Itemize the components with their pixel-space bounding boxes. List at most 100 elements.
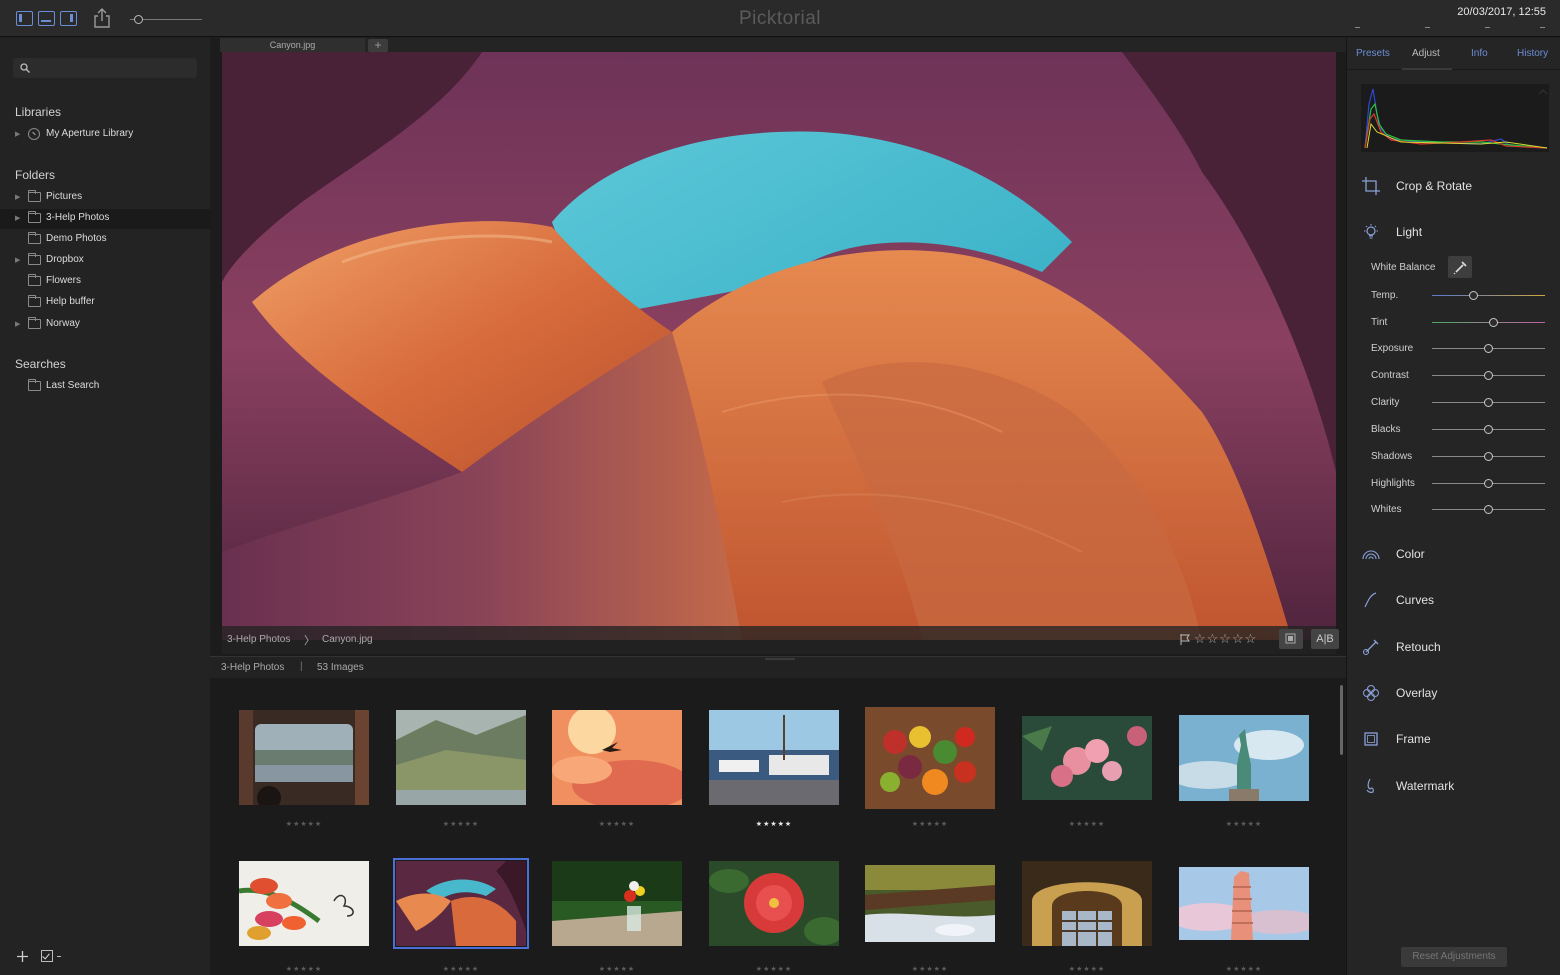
slider-knob[interactable] [1484,505,1493,514]
tool-crop-rotate[interactable]: Crop & Rotate [1347,174,1560,198]
slider-knob[interactable] [1488,318,1498,327]
adjustment-slider[interactable]: Shadows [1371,449,1551,465]
thumbnail-rating[interactable]: ★★★★★ [567,820,667,828]
thumbnail-rating[interactable]: ★★★★★ [1037,965,1137,973]
disclosure-triangle-icon[interactable]: ▶ [15,193,20,201]
sidebar-item-folder[interactable]: ▶ 3-Help Photos [0,209,210,229]
share-icon[interactable] [92,7,112,29]
sidebar-item-folder[interactable]: Demo Photos [0,230,210,250]
sidebar-item-search[interactable]: Last Search [0,377,210,397]
thumbnail-rating[interactable]: ★★★★★ [567,965,667,973]
sidebar-item-folder[interactable]: Help buffer [0,293,210,313]
resize-grip[interactable] [765,658,795,660]
breadcrumb-file[interactable]: Canyon.jpg [322,634,373,645]
sidebar-item-folder[interactable]: ▶ Norway [0,315,210,335]
tool-color[interactable]: Color [1347,542,1560,566]
layout-bottom-icon[interactable] [38,11,55,26]
thumbnail-rating[interactable]: ★★★★★ [724,965,824,973]
slider-knob[interactable] [1484,452,1493,461]
thumbnail[interactable] [552,861,682,946]
slider-knob[interactable] [1484,344,1493,353]
slider-knob[interactable] [1484,479,1493,488]
search-input[interactable] [13,58,197,78]
thumbnail-rating[interactable]: ★★★★★ [1194,820,1294,828]
thumbnail-selected[interactable] [393,858,529,949]
tool-watermark[interactable]: Watermark [1347,774,1560,798]
add-icon[interactable] [16,950,29,963]
thumbnail-rating[interactable]: ★★★★★ [254,965,354,973]
tool-overlay[interactable]: Overlay [1347,681,1560,705]
thumbnail-rating[interactable]: ★★★★★ [1037,820,1137,828]
checkbox-icon[interactable] [41,950,53,962]
layout-left-icon[interactable] [16,11,33,26]
thumbnail[interactable] [865,707,995,809]
disclosure-triangle-icon[interactable]: ▶ [15,320,20,328]
tab-info[interactable]: Info [1471,48,1488,59]
thumbnail[interactable] [552,710,682,805]
new-tab-button[interactable]: + [368,39,388,52]
adjustment-slider[interactable]: Blacks [1371,422,1551,438]
thumbnail-rating[interactable]: ★★★★★ [1194,965,1294,973]
thumbnail[interactable] [396,710,526,805]
sidebar-item-library[interactable]: ▶ My Aperture Library [0,125,210,145]
compare-icon[interactable] [1279,629,1303,649]
ab-compare-button[interactable]: A|B [1311,629,1339,649]
adjustment-slider[interactable]: Tint [1371,315,1551,331]
browser-scrollbar[interactable] [1340,685,1343,755]
tool-light[interactable]: Light [1347,220,1560,244]
libraries-heading: Libraries [15,105,62,119]
zoom-slider-knob[interactable] [134,15,143,24]
tab-history[interactable]: History [1517,48,1548,59]
reset-adjustments-button[interactable]: Reset Adjustments [1401,947,1507,967]
slider-knob[interactable] [1469,291,1479,300]
thumbnail[interactable] [239,861,369,946]
folder-icon [28,211,41,223]
tool-frame[interactable]: Frame [1347,727,1560,751]
sidebar-item-folder[interactable]: ▶ Pictures [0,188,210,208]
thumbnail-rating[interactable]: ★★★★★ [880,820,980,828]
tool-curves[interactable]: Curves [1347,588,1560,612]
zoom-slider[interactable] [130,15,202,24]
slider-knob[interactable] [1484,398,1493,407]
thumbnail[interactable] [1022,861,1152,946]
thumbnail[interactable] [709,710,839,805]
tab-adjust[interactable]: Adjust [1412,48,1440,59]
thumbnail-rating[interactable]: ★★★★★ [880,965,980,973]
slider-track[interactable] [1432,295,1545,296]
flag-icon[interactable] [1180,634,1191,645]
adjustment-slider[interactable]: Contrast [1371,368,1551,384]
thumbnail-rating[interactable]: ★★★★★ [411,820,511,828]
main-image[interactable] [222,52,1336,640]
thumbnail[interactable] [1022,716,1152,800]
disclosure-triangle-icon[interactable]: ▶ [15,256,20,264]
slider-knob[interactable] [1484,425,1493,434]
thumbnail[interactable] [239,710,369,805]
thumbnail-rating[interactable]: ★★★★★ [254,820,354,828]
adjustment-slider[interactable]: Highlights [1371,476,1551,492]
adjustment-slider[interactable]: Clarity [1371,395,1551,411]
lightbulb-icon [1364,224,1378,239]
tool-retouch[interactable]: Retouch [1347,635,1560,659]
disclosure-triangle-icon[interactable]: ▶ [15,130,20,138]
thumbnail[interactable] [865,865,995,942]
thumbnail-rating[interactable]: ★★★★★ [724,820,824,828]
adjustment-slider[interactable]: Exposure [1371,341,1551,357]
tab-canyon[interactable]: Canyon.jpg [220,38,365,52]
thumbnail[interactable] [1179,867,1309,940]
tab-presets[interactable]: Presets [1356,48,1390,59]
separator-mark [1425,27,1430,28]
sidebar-item-folder[interactable]: ▶ Dropbox [0,251,210,271]
adjustment-label: Temp. [1371,290,1399,301]
sidebar-item-folder[interactable]: Flowers [0,272,210,292]
layout-right-icon[interactable] [60,11,77,26]
breadcrumb-folder[interactable]: 3-Help Photos [227,634,290,645]
thumbnail[interactable] [1179,715,1309,801]
adjustment-slider[interactable]: Whites [1371,502,1551,518]
thumbnail[interactable] [709,861,839,946]
adjustment-slider[interactable]: Temp. [1371,288,1551,304]
eyedropper-button[interactable] [1448,256,1472,278]
rating-stars[interactable]: ☆☆☆☆☆ [1194,631,1257,647]
thumbnail-rating[interactable]: ★★★★★ [411,965,511,973]
disclosure-triangle-icon[interactable]: ▶ [15,214,20,222]
slider-knob[interactable] [1484,371,1493,380]
